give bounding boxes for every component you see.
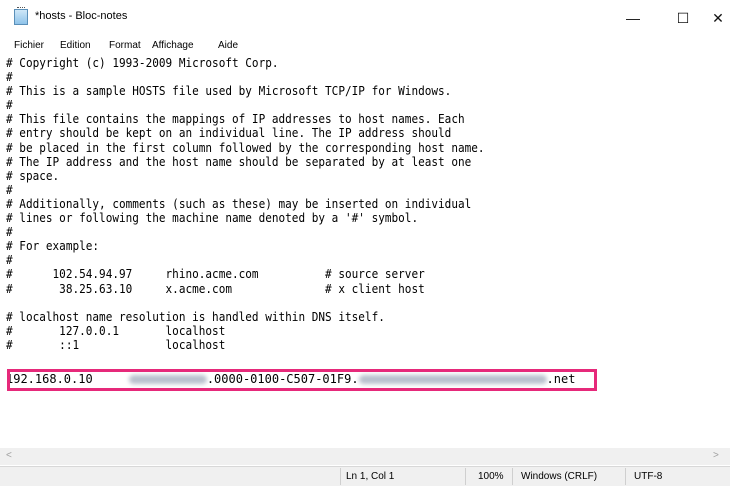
menu-affichage[interactable]: Affichage [152,40,194,51]
close-button[interactable]: ✕ [695,0,730,36]
title-bar: *hosts - Bloc-notes — ☐ ✕ [0,0,730,36]
menu-aide[interactable]: Aide [218,40,238,51]
menu-format[interactable]: Format [109,40,141,51]
menu-bar: Fichier Edition Format Affichage Aide [0,38,730,56]
line-ending: Windows (CRLF) [521,471,598,482]
zoom-level: 100% [478,471,504,482]
status-divider [625,468,626,485]
scroll-right-icon[interactable]: > [713,450,719,461]
menu-edition[interactable]: Edition [60,40,91,51]
notepad-icon [14,7,28,25]
minimize-button[interactable]: — [610,0,656,36]
scroll-left-icon[interactable]: < [6,450,12,461]
menu-fichier[interactable]: Fichier [14,40,44,51]
highlight-box [7,369,597,391]
status-divider [465,468,466,485]
encoding: UTF-8 [634,471,663,482]
status-divider [340,468,341,485]
cursor-position: Ln 1, Col 1 [346,471,395,482]
status-bar: Ln 1, Col 1 100% Windows (CRLF) UTF-8 [0,466,730,486]
status-divider [512,468,513,485]
horizontal-scrollbar[interactable]: < > [0,448,730,465]
window-title: *hosts - Bloc-notes [35,10,128,22]
editor-text: # Copyright (c) 1993-2009 Microsoft Corp… [6,56,485,352]
